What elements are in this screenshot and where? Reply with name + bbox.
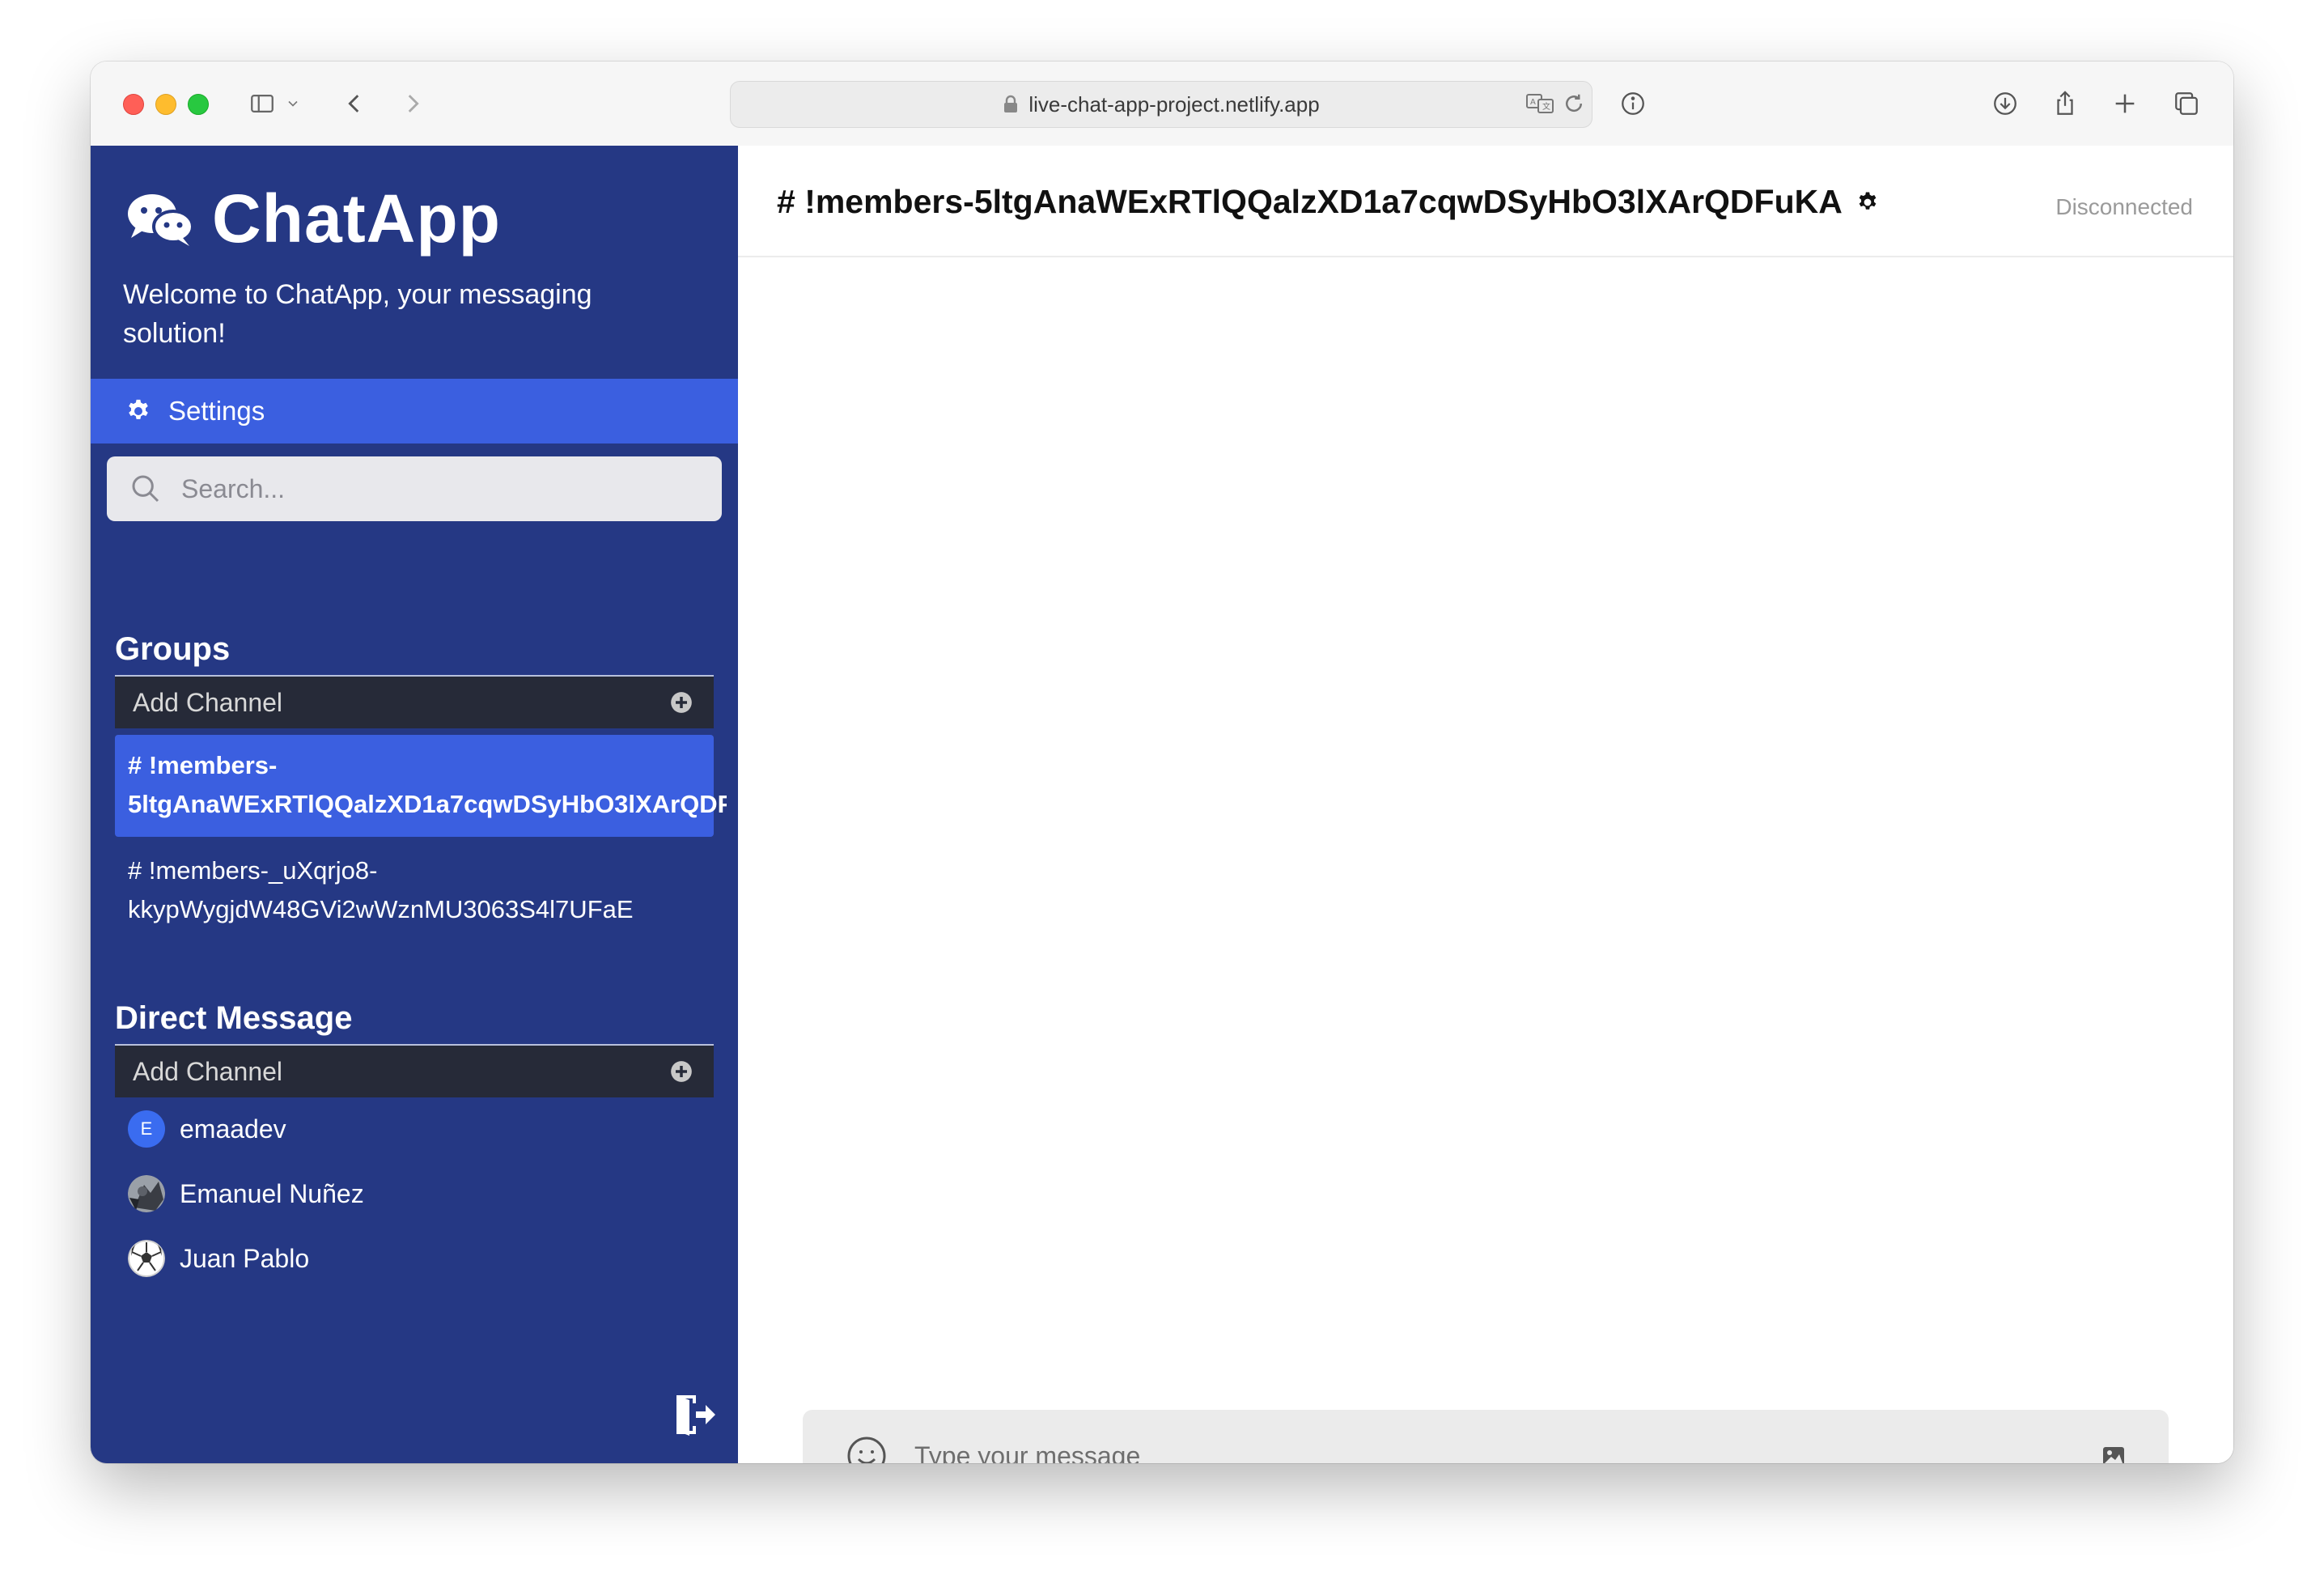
search-icon [132, 475, 159, 503]
plus-circle-icon [671, 692, 692, 713]
avatar [128, 1175, 165, 1212]
settings-button[interactable]: Settings [91, 379, 738, 443]
new-tab-icon[interactable] [2109, 87, 2141, 120]
zoom-window-button[interactable] [188, 94, 209, 115]
translate-icon[interactable]: A文 [1525, 89, 1555, 118]
dm-item-emanuel[interactable]: Emanuel Nuñez [128, 1175, 364, 1212]
add-direct-channel-button[interactable]: Add Channel [115, 1046, 714, 1097]
message-composer [803, 1410, 2169, 1463]
logout-icon[interactable] [672, 1392, 717, 1437]
channel-line1: # !members-_uXqrjo8- [128, 856, 378, 885]
add-group-channel-button[interactable]: Add Channel [115, 677, 714, 728]
message-input[interactable] [913, 1440, 2101, 1463]
welcome-text: Welcome to ChatApp, your messaging solut… [123, 279, 592, 349]
svg-text:文: 文 [1542, 101, 1550, 112]
channel-line2: kkypWygjdW48GVi2wWznMU3063S4l7UFaE [128, 895, 634, 923]
reload-icon[interactable] [1562, 89, 1586, 118]
image-upload-icon[interactable] [2101, 1443, 2127, 1463]
dm-name: emaadev [180, 1114, 286, 1144]
channel-line1: # !members- [128, 751, 278, 779]
browser-window: live-chat-app-project.netlify.app A文 Cha… [91, 62, 2233, 1463]
lock-icon [1004, 95, 1018, 112]
share-icon[interactable] [2049, 87, 2081, 120]
avatar: E [128, 1110, 165, 1148]
dm-item-juan[interactable]: Juan Pablo [128, 1240, 309, 1277]
sidebar: ChatApp Welcome to ChatApp, your messagi… [91, 146, 738, 1463]
sidebar-toggle-icon[interactable] [246, 87, 278, 120]
search-input[interactable] [180, 473, 668, 505]
channel-item-active[interactable]: # !members- 5ltgAnaWExRTlQQalzXD1a7cqwDS… [115, 735, 727, 837]
groups-title: Groups [115, 631, 231, 667]
url-text: live-chat-app-project.netlify.app [1028, 91, 1320, 117]
avatar-photo [128, 1175, 165, 1212]
chat-header: # !members-5ltgAnaWExRTlQQalzXD1a7cqwDSy… [738, 146, 2233, 257]
chat-panel: # !members-5ltgAnaWExRTlQQalzXD1a7cqwDSy… [738, 146, 2233, 1463]
close-window-button[interactable] [123, 94, 144, 115]
search-box [107, 456, 722, 521]
info-icon[interactable] [1617, 87, 1649, 120]
add-channel-label: Add Channel [133, 687, 283, 717]
brand-title: ChatApp [212, 180, 501, 257]
dm-item-emaadev[interactable]: E emaadev [128, 1110, 286, 1148]
connection-status: Disconnected [2055, 194, 2193, 219]
chevron-down-icon[interactable] [283, 87, 303, 120]
emoji-icon[interactable] [845, 1434, 888, 1463]
back-icon[interactable] [338, 87, 371, 120]
direct-message-title: Direct Message [115, 1000, 353, 1036]
channel-title-wrap: # !members-5ltgAnaWExRTlQQalzXD1a7cqwDSy… [777, 183, 1880, 221]
channel-settings-gear-icon[interactable] [1855, 190, 1880, 214]
plus-circle-icon [671, 1061, 692, 1082]
gear-icon [129, 399, 148, 419]
dm-name: Juan Pablo [180, 1243, 310, 1273]
forward-icon[interactable] [397, 87, 429, 120]
settings-label: Settings [168, 396, 265, 426]
tabs-overview-icon[interactable] [2170, 87, 2203, 120]
svg-text:A: A [1530, 98, 1536, 107]
channel-item[interactable]: # !members-_uXqrjo8- kkypWygjdW48GVi2wWz… [115, 840, 714, 929]
avatar [128, 1240, 165, 1277]
add-channel-label: Add Channel [133, 1056, 283, 1086]
address-bar[interactable]: live-chat-app-project.netlify.app [730, 81, 1592, 128]
brand: ChatApp [126, 180, 501, 258]
browser-toolbar: live-chat-app-project.netlify.app A文 [91, 62, 2233, 146]
soccer-ball-icon [128, 1240, 165, 1277]
download-icon[interactable] [1989, 87, 2021, 120]
chat-bubbles-icon [128, 193, 194, 246]
channel-title: # !members-5ltgAnaWExRTlQQalzXD1a7cqwDSy… [777, 183, 1843, 220]
channel-line2: 5ltgAnaWExRTlQQalzXD1a7cqwDSyHbO3lXArQDF… [128, 790, 727, 818]
minimize-window-button[interactable] [155, 94, 176, 115]
dm-name: Emanuel Nuñez [180, 1178, 364, 1208]
